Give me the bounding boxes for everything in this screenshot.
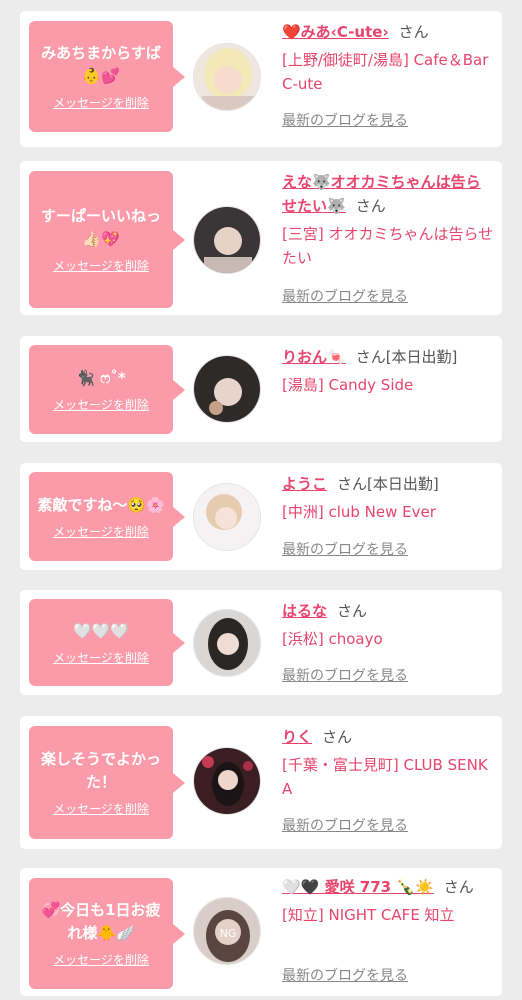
shop-name: [知立] NIGHT CAFE 知立	[282, 906, 455, 924]
latest-blog-link[interactable]: 最新のブログを見る	[282, 286, 408, 306]
user-name-link[interactable]: りく	[282, 728, 312, 746]
honorific: さん	[322, 728, 353, 746]
shop-name: [湯島] Candy Side	[282, 376, 414, 394]
shop-name: [浜松] choayo	[282, 630, 383, 648]
honorific: さん	[443, 878, 474, 896]
message-text: 楽しそうでよかった！	[40, 750, 161, 791]
user-name-link[interactable]: はるな	[282, 602, 327, 620]
message-bubble: 素敵ですね〜🥺🌸 メッセージを削除	[29, 472, 185, 561]
avatar[interactable]: NG	[193, 897, 261, 965]
delete-message-link[interactable]: メッセージを削除	[53, 257, 149, 274]
avatar[interactable]	[193, 355, 261, 423]
message-text: すーぱーいいねっ👍🏻💖	[40, 207, 161, 248]
user-name-link[interactable]: ❤️みあ‹C-ute›	[282, 23, 389, 41]
shop-name: [千葉・富士見町] CLUB SENKA	[282, 756, 488, 798]
message-bubble: みあちまからすば👶💕 メッセージを削除	[29, 21, 185, 132]
message-bubble: 楽しそうでよかった！ メッセージを削除	[29, 726, 185, 839]
message-bubble: 🐈‍⬛ ෆ˚* メッセージを削除	[29, 345, 185, 434]
user-info: えな🐺オオカミちゃんは告らせたい🐺 さん [三宮] オオカミちゃんは告らせたい	[282, 170, 494, 270]
latest-blog-link[interactable]: 最新のブログを見る	[282, 665, 408, 685]
honorific: さん	[337, 475, 368, 493]
user-info: はるな さん [浜松] choayo	[282, 599, 494, 651]
message-text: 🤍🤍🤍	[72, 621, 130, 640]
latest-blog-link[interactable]: 最新のブログを見る	[282, 110, 408, 130]
delete-message-link[interactable]: メッセージを削除	[53, 649, 149, 666]
message-text: みあちまからすば👶💕	[41, 44, 161, 85]
message-card: 🤍🤍🤍 メッセージを削除 はるな さん [浜松] choayo 最新のブログを見る	[20, 590, 502, 695]
shop-name: [三宮] オオカミちゃんは告らせたい	[282, 225, 494, 267]
honorific: さん	[398, 23, 429, 41]
latest-blog-link[interactable]: 最新のブログを見る	[282, 539, 408, 559]
user-info: 🤍🖤 愛咲 773 🍾☀️ さん [知立] NIGHT CAFE 知立	[282, 875, 494, 927]
honorific: さん	[355, 348, 386, 366]
status-badge: [本日出勤]	[367, 475, 439, 493]
delete-message-link[interactable]: メッセージを削除	[53, 951, 149, 968]
status-badge: [本日出勤]	[385, 348, 458, 366]
avatar[interactable]	[193, 483, 261, 551]
user-info: ようこ さん[本日出勤] [中洲] club New Ever	[282, 472, 494, 524]
latest-blog-link[interactable]: 最新のブログを見る	[282, 815, 408, 835]
delete-message-link[interactable]: メッセージを削除	[53, 523, 149, 540]
message-text: 🐈‍⬛ ෆ˚*	[76, 368, 126, 387]
delete-message-link[interactable]: メッセージを削除	[53, 800, 149, 817]
user-info: りおん🍬 さん[本日出勤] [湯島] Candy Side	[282, 345, 494, 397]
message-text: 素敵ですね〜🥺🌸	[37, 495, 165, 514]
message-card: 楽しそうでよかった！ メッセージを削除 りく さん [千葉・富士見町] CLUB …	[20, 716, 502, 849]
message-card: みあちまからすば👶💕 メッセージを削除 ❤️みあ‹C-ute› さん [上野/御徒…	[20, 11, 502, 147]
user-name-link[interactable]: 🤍🖤 愛咲 773 🍾☀️	[282, 878, 434, 896]
user-info: りく さん [千葉・富士見町] CLUB SENKA	[282, 725, 494, 801]
avatar[interactable]	[193, 206, 261, 274]
message-card: すーぱーいいねっ👍🏻💖 メッセージを削除 えな🐺オオカミちゃんは告らせたい🐺 さん…	[20, 161, 502, 315]
honorific: さん	[337, 602, 368, 620]
message-bubble: 💞今日も1日お疲れ様🐥🪽 メッセージを削除	[29, 878, 185, 989]
shop-name: [中洲] club New Ever	[282, 503, 436, 521]
message-card: 🐈‍⬛ ෆ˚* メッセージを削除 りおん🍬 さん[本日出勤] [湯島] Candy…	[20, 336, 502, 442]
latest-blog-link[interactable]: 最新のブログを見る	[282, 965, 408, 985]
user-info: ❤️みあ‹C-ute› さん [上野/御徒町/湯島] Cafe＆Bar C-ute	[282, 20, 494, 96]
avatar[interactable]	[193, 747, 261, 815]
svg-text:NG: NG	[220, 927, 237, 940]
user-name-link[interactable]: りおん🍬	[282, 348, 346, 366]
user-name-link[interactable]: ようこ	[282, 475, 327, 493]
avatar[interactable]	[193, 609, 261, 677]
message-bubble: すーぱーいいねっ👍🏻💖 メッセージを削除	[29, 171, 185, 308]
message-card: 素敵ですね〜🥺🌸 メッセージを削除 ようこ さん[本日出勤] [中洲] club …	[20, 463, 502, 570]
message-card: 💞今日も1日お疲れ様🐥🪽 メッセージを削除 NG 🤍🖤 愛咲 773 🍾☀️ さん…	[20, 868, 502, 996]
delete-message-link[interactable]: メッセージを削除	[53, 396, 149, 413]
delete-message-link[interactable]: メッセージを削除	[53, 94, 149, 111]
message-bubble: 🤍🤍🤍 メッセージを削除	[29, 599, 185, 686]
message-text: 💞今日も1日お疲れ様🐥🪽	[41, 901, 161, 942]
honorific: さん	[355, 197, 386, 215]
shop-name: [上野/御徒町/湯島] Cafe＆Bar C-ute	[282, 51, 489, 93]
avatar[interactable]	[193, 43, 261, 111]
